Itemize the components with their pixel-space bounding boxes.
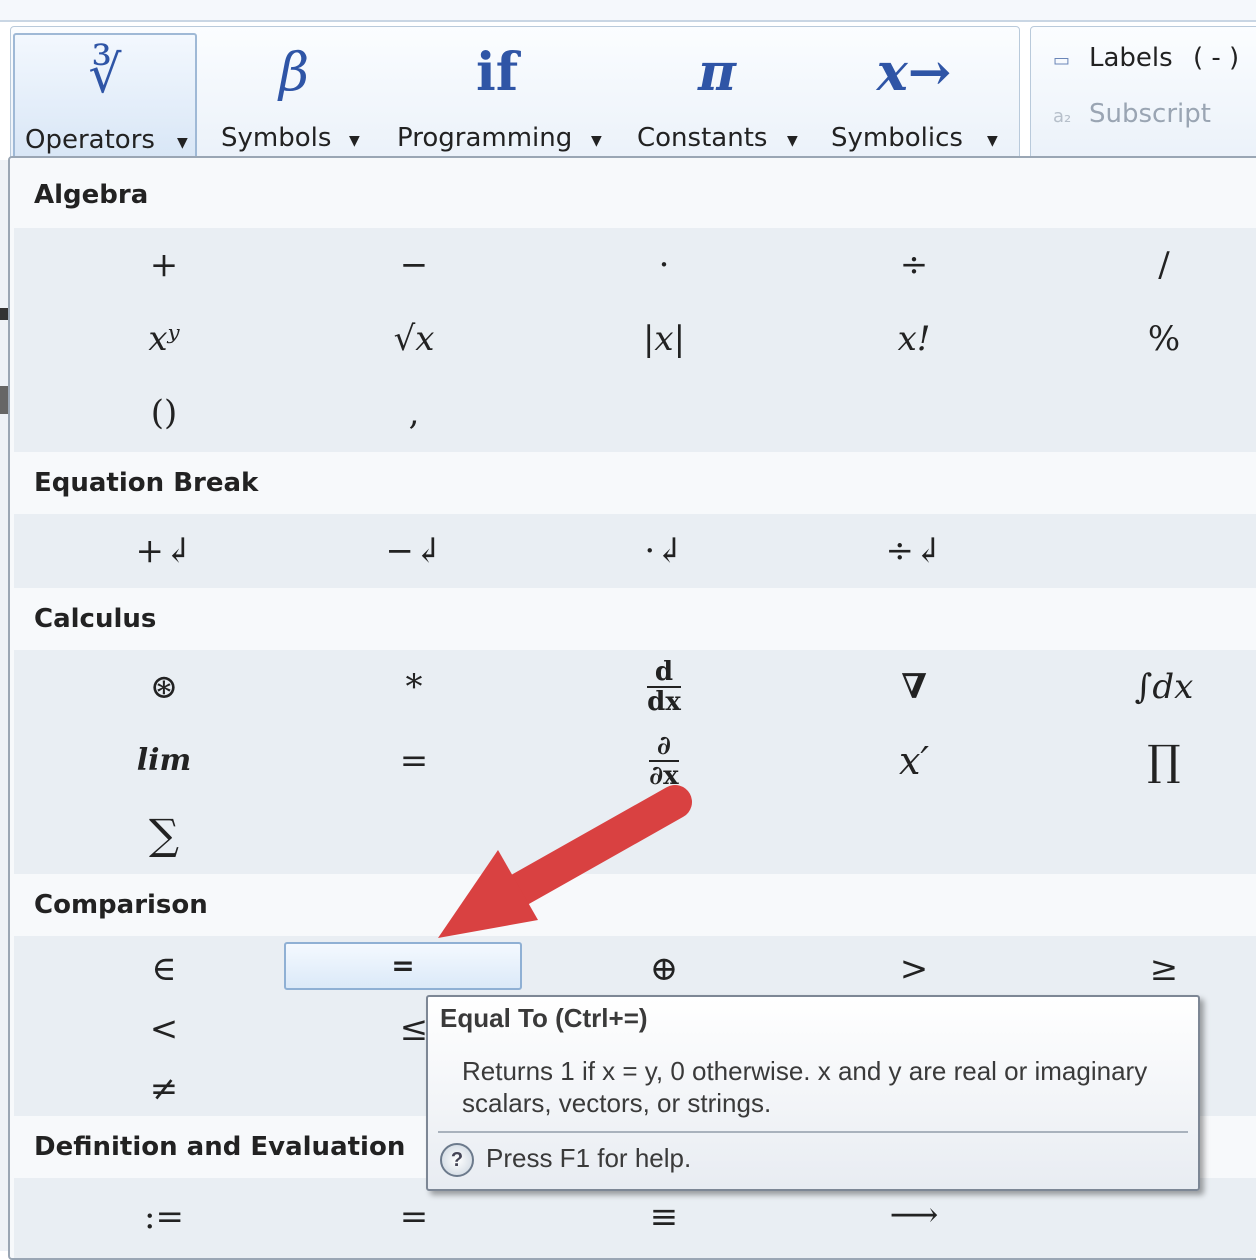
- gradient-operator[interactable]: ∇: [794, 662, 1034, 712]
- minus-operator[interactable]: −: [294, 240, 534, 290]
- definition-operator[interactable]: :=: [44, 1192, 284, 1242]
- equal-to-operator[interactable]: =: [284, 942, 522, 990]
- tooltip-divider: [438, 1131, 1188, 1133]
- subscript-icon: a₂: [1053, 106, 1072, 127]
- section-title: Definition and Evaluation: [34, 1132, 406, 1162]
- chevron-down-icon[interactable]: ▼: [591, 133, 602, 149]
- constants-button[interactable]: π Constants ▼: [627, 33, 807, 157]
- chevron-down-icon[interactable]: ▼: [787, 133, 798, 149]
- section-header-equation-break: Equation Break: [10, 452, 1256, 514]
- if-icon: if: [475, 42, 519, 103]
- programming-button[interactable]: if Programming ▼: [387, 33, 607, 157]
- product-operator[interactable]: ∏: [1044, 736, 1256, 786]
- xor-operator[interactable]: ⊕: [544, 944, 784, 994]
- percent-operator[interactable]: %: [1044, 314, 1256, 364]
- prime-derivative-operator[interactable]: x′: [794, 736, 1034, 786]
- comma-operator[interactable]: ,: [294, 388, 534, 438]
- range-sum-operator[interactable]: ⊛: [44, 662, 284, 712]
- symbolics-label: Symbolics: [831, 123, 963, 153]
- annotation-arrow-icon: [438, 785, 692, 938]
- labels-button[interactable]: ▭ Labels ( - ): [1053, 43, 1239, 73]
- section-title: Calculus: [34, 604, 157, 634]
- symbolic-evaluation-operator[interactable]: ⟶: [794, 1190, 1034, 1240]
- derivative-denominator: dx: [647, 687, 681, 717]
- section-title: Equation Break: [34, 468, 259, 498]
- summation-operator[interactable]: ∑: [44, 810, 284, 860]
- operators-button[interactable]: ∛ Operators ▼: [13, 33, 197, 161]
- labels-label: Labels: [1089, 43, 1173, 73]
- square-root-operator[interactable]: √x: [294, 314, 534, 364]
- element-of-operator[interactable]: ∈: [44, 944, 284, 994]
- evaluation-operator[interactable]: =: [294, 1192, 534, 1242]
- chevron-down-icon[interactable]: ▼: [349, 133, 360, 149]
- convolution-operator[interactable]: *: [294, 662, 534, 712]
- parentheses-operator[interactable]: (): [44, 388, 284, 438]
- power-operator[interactable]: xʸ: [44, 314, 284, 364]
- greater-than-operator[interactable]: >: [794, 944, 1034, 994]
- section-header-algebra: Algebra: [10, 158, 1256, 226]
- plus-break-operator[interactable]: +↲: [44, 526, 284, 576]
- less-than-operator[interactable]: <: [44, 1004, 284, 1054]
- subscript-label: Subscript: [1089, 99, 1211, 129]
- tooltip-title: Equal To (Ctrl+=): [440, 1003, 648, 1033]
- evaluation-equals-operator[interactable]: =: [294, 736, 534, 786]
- equal-to-tooltip: Equal To (Ctrl+=) Returns 1 if x = y, 0 …: [426, 995, 1200, 1191]
- help-icon: ?: [440, 1143, 474, 1177]
- section-title: Comparison: [34, 890, 208, 920]
- not-equal-operator[interactable]: ≠: [44, 1064, 284, 1114]
- derivative-numerator: d: [646, 658, 682, 688]
- section-body-algebra: + − · ÷ / xʸ √x |x| x! % () ,: [14, 228, 1256, 452]
- symbolic-arrow-icon: x→: [876, 42, 952, 103]
- ribbon-operators-group: ∛ Operators ▼ β Symbols ▼ if Programming…: [10, 26, 1020, 168]
- plus-operator[interactable]: +: [44, 240, 284, 290]
- constants-label: Constants: [637, 123, 768, 153]
- chevron-down-icon[interactable]: ▼: [987, 133, 998, 149]
- absolute-value-operator[interactable]: |x|: [544, 314, 784, 364]
- ribbon-labels-group: ▭ Labels ( - ) a₂ Subscript: [1030, 26, 1256, 168]
- left-edge-marker: [0, 386, 8, 414]
- operators-label: Operators: [25, 125, 155, 155]
- multiply-dot-operator[interactable]: ·: [544, 240, 784, 290]
- symbols-button[interactable]: β Symbols ▼: [211, 33, 377, 157]
- programming-label: Programming: [397, 123, 573, 153]
- tooltip-description: Returns 1 if x = y, 0 otherwise. x and y…: [462, 1056, 1148, 1118]
- subscript-button[interactable]: a₂ Subscript: [1053, 99, 1211, 129]
- left-edge-marker: [0, 308, 8, 320]
- section-body-equation-break: +↲ −↲ ·↲ ÷↲: [14, 514, 1256, 588]
- chevron-down-icon[interactable]: ▼: [177, 135, 188, 151]
- derivative-operator[interactable]: d dx: [544, 658, 784, 718]
- global-definition-operator[interactable]: ≡: [544, 1192, 784, 1242]
- limit-operator[interactable]: lim: [44, 736, 284, 786]
- integral-operator[interactable]: ∫dx: [1044, 662, 1256, 712]
- inline-divide-operator[interactable]: /: [1044, 240, 1256, 290]
- symbolics-button[interactable]: x→ Symbolics ▼: [821, 33, 1007, 157]
- cube-root-icon: ∛: [88, 45, 122, 105]
- tooltip-help-text: Press F1 for help.: [486, 1143, 692, 1173]
- minus-break-operator[interactable]: −↲: [294, 526, 534, 576]
- partial-numerator: ∂: [649, 732, 679, 762]
- factorial-operator[interactable]: x!: [794, 314, 1034, 364]
- window-top-strip: [0, 0, 1256, 22]
- divide-break-operator[interactable]: ÷↲: [794, 526, 1034, 576]
- section-title: Algebra: [34, 180, 149, 210]
- beta-icon: β: [278, 43, 310, 103]
- section-header-calculus: Calculus: [10, 588, 1256, 650]
- pi-icon: π: [697, 42, 737, 103]
- label-tag-icon: ▭: [1053, 50, 1071, 71]
- greater-equal-operator[interactable]: ≥: [1044, 944, 1256, 994]
- divide-operator[interactable]: ÷: [794, 240, 1034, 290]
- multiply-break-operator[interactable]: ·↲: [544, 526, 784, 576]
- labels-value: ( - ): [1192, 43, 1240, 73]
